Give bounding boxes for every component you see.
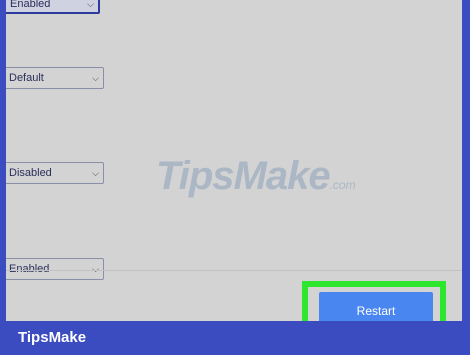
- select-value: Enabled: [9, 263, 50, 275]
- select-value: Default: [9, 72, 44, 84]
- settings-screen: Enabled ⌵ Default ⌵ Disabled ⌵ Enabled ⌵…: [6, 0, 462, 321]
- chevron-down-icon: ⌵: [92, 168, 99, 178]
- flag-select-disabled[interactable]: Disabled ⌵: [6, 162, 104, 184]
- select-value: Enabled: [10, 0, 51, 10]
- watermark-suffix: .com: [329, 178, 356, 192]
- flag-select-top[interactable]: Enabled ⌵: [6, 0, 100, 14]
- watermark: TipsMake.com: [156, 154, 356, 199]
- watermark-text: TipsMake: [156, 154, 331, 198]
- flag-select-enabled[interactable]: Enabled ⌵: [6, 258, 104, 280]
- select-value: Disabled: [9, 167, 52, 179]
- chevron-down-icon: ⌵: [92, 264, 99, 274]
- divider: [6, 270, 462, 271]
- chevron-down-icon: ⌵: [92, 73, 99, 83]
- footer-bar: TipsMake: [0, 321, 470, 355]
- chevron-down-icon: ⌵: [87, 0, 94, 9]
- flag-select-default[interactable]: Default ⌵: [6, 67, 104, 89]
- brand-logo-text: TipsMake: [18, 329, 87, 346]
- restart-button[interactable]: Restart: [319, 292, 433, 321]
